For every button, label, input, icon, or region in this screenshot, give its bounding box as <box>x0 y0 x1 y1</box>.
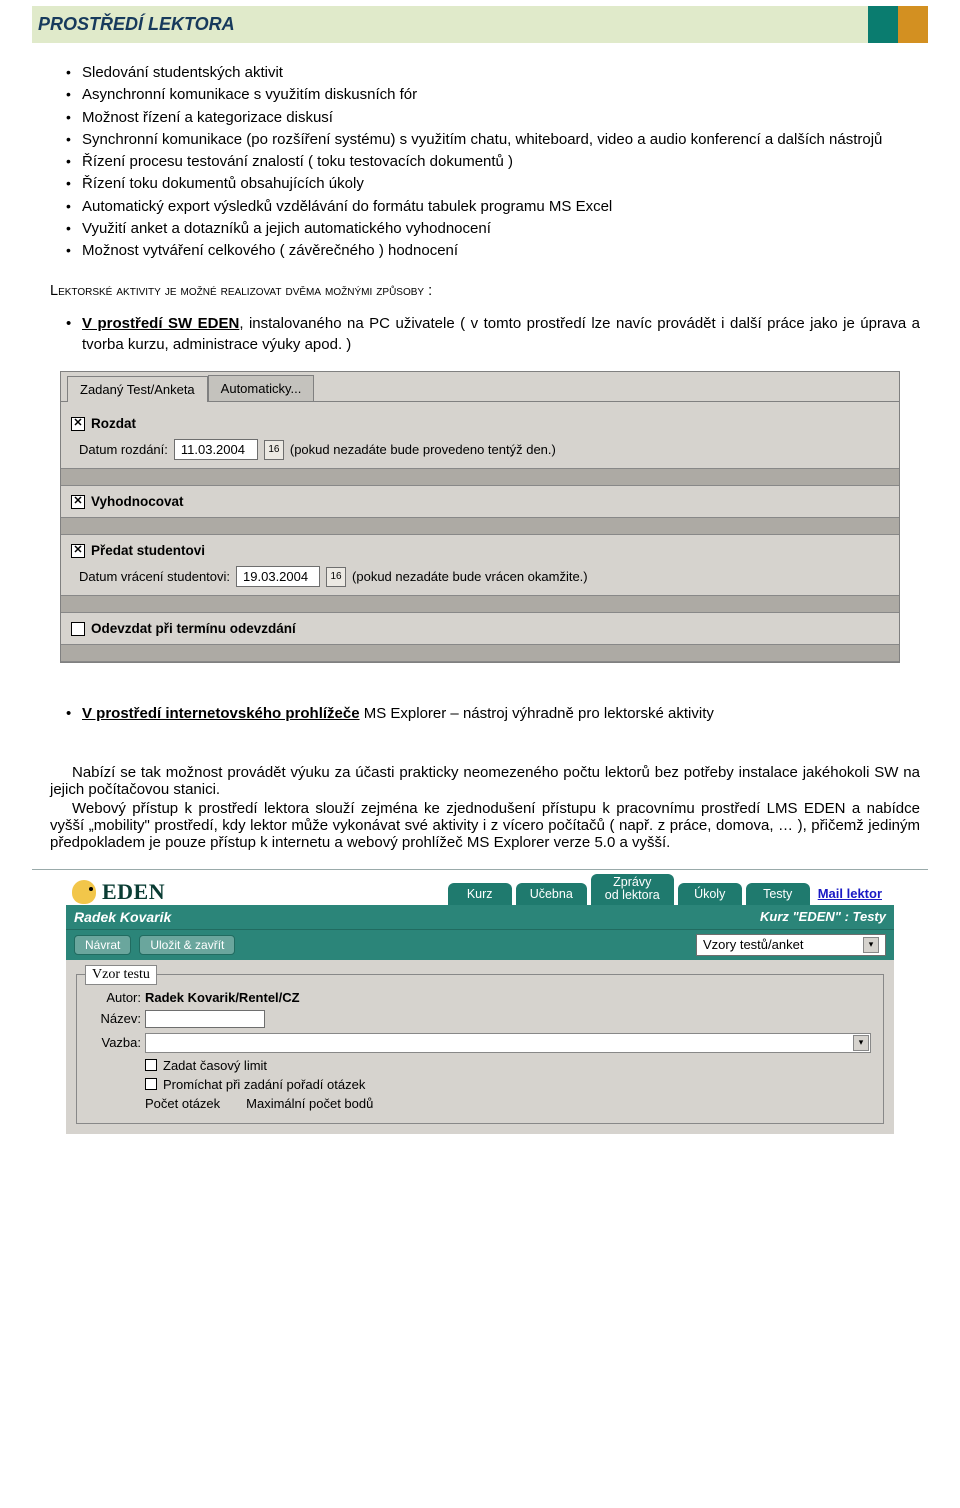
list-item: V prostředí SW EDEN, instalovaného na PC… <box>66 313 920 355</box>
user-name: Radek Kovarik <box>74 909 171 925</box>
screenshot-eden-app: EDEN Kurz Učebna Zprávyod lektora Úkoly … <box>32 869 928 1133</box>
tab-kurz[interactable]: Kurz <box>448 883 512 905</box>
vazba-label: Vazba: <box>89 1035 141 1050</box>
tab-ucebna[interactable]: Učebna <box>516 883 587 905</box>
autor-label: Autor: <box>89 990 141 1005</box>
separator <box>61 468 899 486</box>
profile-head-icon <box>72 880 96 904</box>
list-item: Sledování studentských aktivit <box>66 63 920 83</box>
paragraph: Webový přístup k prostředí lektora slouž… <box>50 800 920 851</box>
checkbox-promichat-label: Promíchat při zadání pořadí otázek <box>163 1077 365 1092</box>
date-rozdani-input[interactable]: 11.03.2004 <box>174 439 258 460</box>
autor-value: Radek Kovarik/Rentel/CZ <box>145 990 300 1005</box>
list-item: V prostředí internetovského prohlížeče M… <box>66 703 920 724</box>
tab-zadany-test[interactable]: Zadaný Test/Anketa <box>67 376 208 402</box>
separator <box>61 595 899 613</box>
mail-lektor-link[interactable]: Mail lektor <box>810 882 890 905</box>
date-vraceni-label: Datum vrácení studentovi: <box>79 569 230 584</box>
checkbox-rozdat-label: Rozdat <box>91 416 136 431</box>
section-intro: Lektorské aktivity je možné realizovat d… <box>32 263 928 299</box>
checkbox-predat-label: Předat studentovi <box>91 543 205 558</box>
tab-testy[interactable]: Testy <box>746 883 810 905</box>
list-item: Možnost vytváření celkového ( závěrečnéh… <box>66 241 920 261</box>
eden-wordmark: EDEN <box>102 879 165 905</box>
date-vraceni-input[interactable]: 19.03.2004 <box>236 566 320 587</box>
list-item: Využití anket a dotazníků a jejich autom… <box>66 219 920 239</box>
pocet-otazek-label: Počet otázek <box>145 1096 220 1111</box>
list-item: Synchronní komunikace (po rozšíření syst… <box>66 130 920 150</box>
list-item: Řízení procesu testování znalostí ( toku… <box>66 152 920 172</box>
navrat-button[interactable]: Návrat <box>74 935 131 955</box>
vzor-testu-fieldset: Vzor testu Autor: Radek Kovarik/Rentel/C… <box>76 974 884 1124</box>
list-item: Řízení toku dokumentů obsahujících úkoly <box>66 174 920 194</box>
tab-automaticky[interactable]: Automaticky... <box>208 375 315 401</box>
page-title: PROSTŘEDÍ LEKTORA <box>32 6 928 43</box>
date-rozdani-hint: (pokud nezadáte bude provedeno tentýž de… <box>290 442 556 457</box>
nazev-input[interactable] <box>145 1010 265 1028</box>
checkbox-odevzdat-label: Odevzdat při termínu odevzdání <box>91 621 296 636</box>
date-rozdani-label: Datum rozdání: <box>79 442 168 457</box>
checkbox-promichat[interactable] <box>145 1078 157 1090</box>
feature-list: Sledování studentských aktivit Asynchron… <box>66 63 920 261</box>
nazev-label: Název: <box>89 1011 141 1026</box>
checkbox-casovy-limit[interactable] <box>145 1059 157 1071</box>
decor-stripes <box>868 6 928 43</box>
fieldset-legend: Vzor testu <box>85 965 157 985</box>
tab-ukoly[interactable]: Úkoly <box>678 883 742 905</box>
list-item: Asynchronní komunikace s využitím diskus… <box>66 85 920 105</box>
date-vraceni-hint: (pokud nezadáte bude vrácen okamžite.) <box>352 569 588 584</box>
checkbox-vyhodnocovat[interactable] <box>71 495 85 509</box>
chevron-down-icon: ▾ <box>853 1035 869 1051</box>
list-item: Automatický export výsledků vzdělávání d… <box>66 197 920 217</box>
separator <box>61 517 899 535</box>
checkbox-predat[interactable] <box>71 544 85 558</box>
tab-row: Zadaný Test/Anketa Automaticky... <box>61 372 899 402</box>
chevron-down-icon: ▾ <box>863 937 879 953</box>
checkbox-casovy-limit-label: Zadat časový limit <box>163 1058 267 1073</box>
eden-logo: EDEN <box>72 879 448 905</box>
checkbox-rozdat[interactable] <box>71 417 85 431</box>
vazba-select[interactable]: ▾ <box>145 1033 871 1053</box>
vzory-select[interactable]: Vzory testů/anket ▾ <box>696 934 886 956</box>
ulozit-zavrit-button[interactable]: Uložit & zavřít <box>139 935 235 955</box>
screenshot-dialog: Zadaný Test/Anketa Automaticky... Rozdat… <box>60 371 900 663</box>
tab-zpravy[interactable]: Zprávyod lektora <box>591 874 674 904</box>
paragraph: Nabízí se tak možnost provádět výuku za … <box>50 764 920 798</box>
breadcrumb: Kurz "EDEN" : Testy <box>760 909 886 924</box>
list-item: Možnost řízení a kategorizace diskusí <box>66 108 920 128</box>
date-picker-button[interactable]: 16 <box>326 567 346 587</box>
max-bodu-label: Maximální počet bodů <box>246 1096 373 1111</box>
checkbox-vyhodnocovat-label: Vyhodnocovat <box>91 494 184 509</box>
separator <box>61 644 899 662</box>
date-picker-button[interactable]: 16 <box>264 440 284 460</box>
checkbox-odevzdat[interactable] <box>71 622 85 636</box>
